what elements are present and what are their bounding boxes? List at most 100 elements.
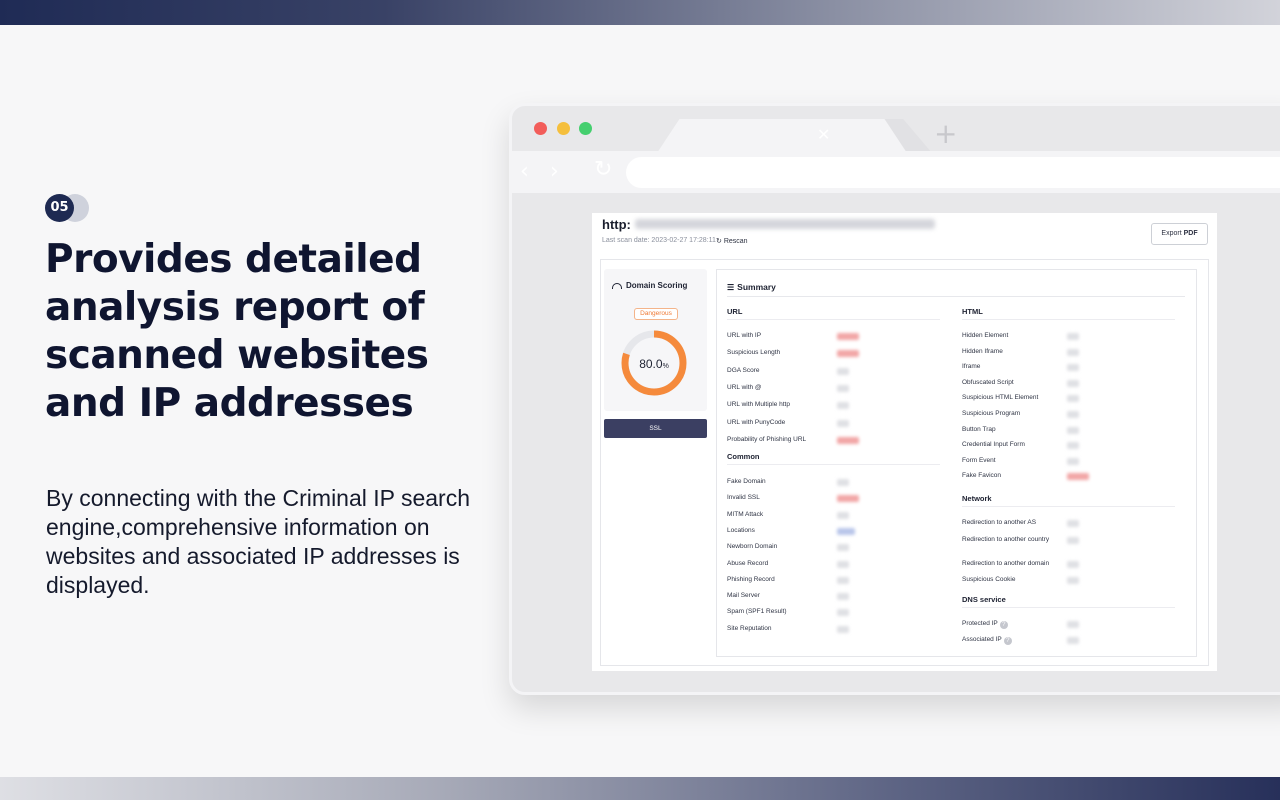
headline: Provides detailed analysis report of sca…: [45, 237, 429, 426]
summary-row-value-redacted: [1067, 473, 1089, 480]
close-window-button[interactable]: [534, 122, 547, 135]
summary-row-value-redacted: [1067, 411, 1079, 418]
minimize-window-button[interactable]: [557, 122, 570, 135]
section-network-title: Network: [962, 494, 992, 503]
summary-row-label: URL with Multiple http: [727, 401, 790, 408]
maximize-window-button[interactable]: [579, 122, 592, 135]
export-label: Export: [1161, 230, 1182, 237]
summary-row-value-redacted: [837, 495, 859, 502]
divider: [727, 464, 940, 465]
domain-scoring-title: Domain Scoring: [612, 281, 702, 290]
scanned-url: http:: [602, 217, 631, 232]
domain-scoring-label: Domain Scoring: [626, 281, 688, 290]
summary-row-label: Invalid SSL: [727, 494, 760, 501]
summary-row-label: URL with @: [727, 384, 762, 391]
summary-row-value-redacted: [837, 626, 849, 633]
summary-row-value-redacted: [837, 385, 849, 392]
summary-row-value-redacted: [837, 593, 849, 600]
summary-title: ☰ Summary: [727, 282, 776, 292]
summary-row-label: Fake Favicon: [962, 472, 1002, 479]
summary-row-value-redacted: [1067, 442, 1079, 449]
summary-row-label: Mail Server: [727, 592, 760, 599]
section-html-title: HTML: [962, 307, 983, 316]
browser-window: ✕ + ‹ › ↻ http: Last scan date: 2023-02-…: [509, 103, 1280, 695]
summary-row-value-redacted: [1067, 621, 1079, 628]
scanned-url-redacted: [635, 219, 935, 229]
ssl-button[interactable]: SSL: [604, 419, 707, 438]
summary-row-value-redacted: [1067, 577, 1079, 584]
address-bar[interactable]: [626, 157, 1280, 188]
summary-row-value-redacted: [837, 368, 849, 375]
domain-scoring-card: Domain Scoring Dangerous 80.0%: [604, 269, 707, 411]
summary-row-label: Suspicious Cookie: [962, 576, 1016, 583]
export-format: PDF: [1183, 230, 1198, 237]
close-icon[interactable]: ✕: [817, 125, 830, 144]
summary-row-value-redacted: [1067, 458, 1079, 465]
summary-row-label: Button Trap: [962, 426, 996, 433]
summary-row-value-redacted: [837, 402, 849, 409]
summary-row-value-redacted: [837, 420, 849, 427]
summary-row-label: URL with PunyCode: [727, 419, 786, 426]
last-scan-date: Last scan date: 2023-02-27 17:28:11: [602, 237, 716, 244]
summary-row-value-redacted: [837, 528, 855, 535]
export-pdf-button[interactable]: Export PDF: [1151, 223, 1208, 245]
help-icon[interactable]: ?: [999, 621, 1008, 629]
description: By connecting with the Criminal IP searc…: [46, 485, 470, 598]
summary-row-label: Fake Domain: [727, 478, 766, 485]
summary-row-label: Phishing Record: [727, 576, 775, 583]
help-icon[interactable]: ?: [1003, 637, 1012, 645]
step-indicator: 05: [45, 194, 89, 222]
summary-row-value-redacted: [837, 609, 849, 616]
summary-row-label: Probability of Phishing URL: [727, 436, 807, 443]
step-number: 05: [45, 194, 74, 222]
reload-icon[interactable]: ↻: [594, 157, 612, 182]
score-unit: %: [662, 363, 669, 370]
summary-row-value-redacted: [1067, 537, 1079, 544]
score-number: 80.0: [639, 357, 663, 371]
summary-row-value-redacted: [837, 577, 849, 584]
summary-panel: ☰ Summary URL URL with IP Suspicious Length…: [716, 269, 1197, 657]
report-page: http: Last scan date: 2023-02-27 17:28:1…: [592, 213, 1217, 671]
summary-row-value-redacted: [837, 479, 849, 486]
summary-row-value-redacted: [1067, 520, 1079, 527]
divider: [962, 319, 1175, 320]
summary-row-value-redacted: [837, 333, 859, 340]
summary-row-label: Suspicious Program: [962, 410, 1021, 417]
summary-row-label: Hidden Element: [962, 332, 1009, 339]
forward-icon[interactable]: ›: [550, 159, 559, 184]
divider: [962, 506, 1175, 507]
summary-row-value-redacted: [837, 544, 849, 551]
summary-row-value-redacted: [1067, 561, 1079, 568]
summary-row-label: Iframe: [962, 363, 981, 370]
score-value: 80.0%: [620, 357, 688, 371]
back-icon[interactable]: ‹: [520, 159, 529, 184]
divider: [962, 607, 1175, 608]
summary-row-label: URL with IP: [727, 332, 762, 339]
summary-row-label: Suspicious Length: [727, 349, 781, 356]
summary-row-label: Site Reputation: [727, 625, 772, 632]
summary-row-label: Suspicious HTML Element: [962, 394, 1039, 401]
summary-label: Summary: [737, 282, 776, 292]
summary-row-label: Credential Input Form: [962, 441, 1025, 448]
summary-row-label: DGA Score: [727, 367, 760, 374]
bottom-accent-bar: [0, 777, 1280, 800]
summary-row-value-redacted: [1067, 349, 1079, 356]
summary-row-value-redacted: [1067, 427, 1079, 434]
summary-row-value-redacted: [837, 561, 849, 568]
summary-row-label: Protected IP?: [962, 620, 1066, 629]
top-accent-bar: [0, 0, 1280, 25]
list-icon: ☰: [727, 283, 735, 292]
section-common-title: Common: [727, 452, 760, 461]
reload-icon: ↻: [716, 238, 722, 245]
summary-row-label: MITM Attack: [727, 511, 764, 518]
plus-icon[interactable]: +: [934, 120, 957, 148]
summary-row-label: Form Event: [962, 457, 996, 464]
summary-row-value-redacted: [837, 350, 859, 357]
summary-row-label: Hidden Iframe: [962, 348, 1003, 355]
section-url-title: URL: [727, 307, 743, 316]
rescan-button[interactable]: ↻ Rescan: [716, 237, 748, 245]
summary-row-label: Abuse Record: [727, 560, 769, 567]
active-tab[interactable]: [657, 119, 907, 153]
divider: [727, 296, 1185, 297]
summary-row-value-redacted: [1067, 364, 1079, 371]
